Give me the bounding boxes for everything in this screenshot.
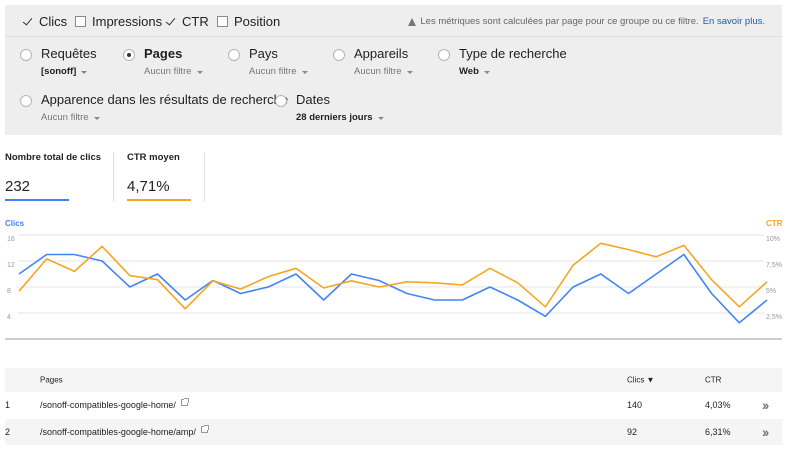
external-link-icon[interactable]: [200, 425, 209, 433]
table-row[interactable]: 2 /sonoff-compatibles-google-home/amp/ 9…: [5, 419, 782, 445]
row-details-chevron-icon[interactable]: ››: [762, 397, 769, 413]
table-row[interactable]: 1 /sonoff-compatibles-google-home/ 140 4…: [5, 392, 782, 418]
column-header-ctr[interactable]: CTR: [705, 376, 721, 385]
row-ctr: 6,31%: [705, 427, 731, 437]
row-clicks: 140: [627, 400, 643, 410]
row-page[interactable]: /sonoff-compatibles-google-home/: [40, 398, 189, 410]
row-clicks: 92: [627, 427, 638, 437]
row-page-url: /sonoff-compatibles-google-home/amp/: [40, 427, 196, 437]
row-page[interactable]: /sonoff-compatibles-google-home/amp/: [40, 425, 209, 437]
row-rank: 1: [5, 400, 11, 410]
row-page-url: /sonoff-compatibles-google-home/: [40, 400, 176, 410]
row-ctr: 4,03%: [705, 400, 731, 410]
column-header-clics[interactable]: Clics ▼: [627, 376, 654, 385]
table-header: Pages Clics ▼ CTR: [5, 368, 782, 392]
external-link-icon[interactable]: [180, 398, 189, 406]
series-line-ctr[interactable]: [18, 242, 768, 310]
column-header-pages[interactable]: Pages: [40, 376, 63, 385]
row-rank: 2: [5, 427, 11, 437]
row-details-chevron-icon[interactable]: ››: [762, 424, 769, 440]
